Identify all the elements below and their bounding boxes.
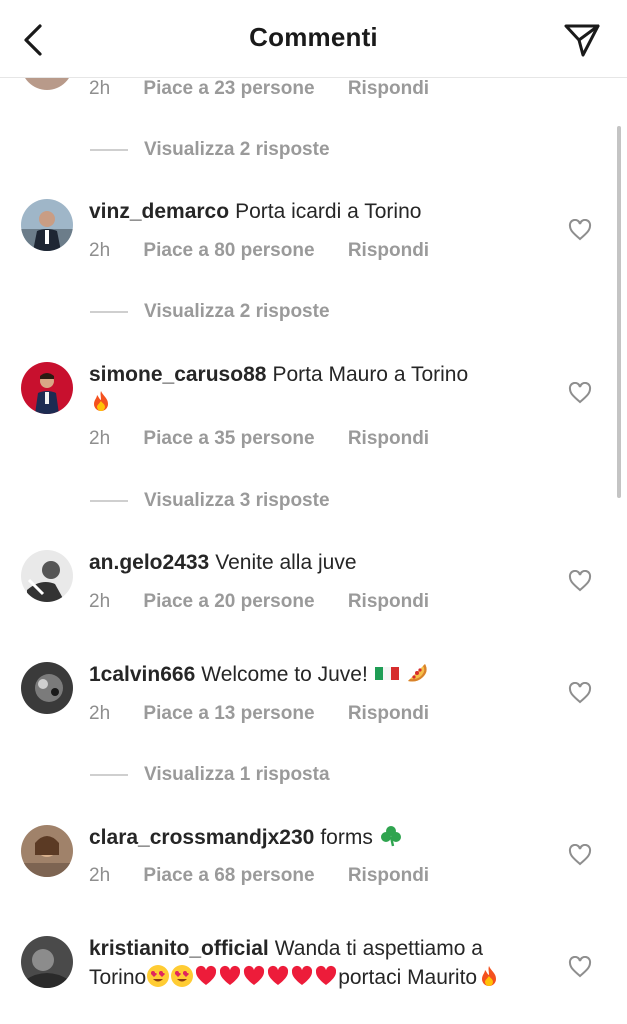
comment-username[interactable]: an.gelo2433 — [89, 551, 209, 574]
comment-username[interactable]: clara_crossmandjx230 — [89, 826, 314, 849]
heart-outline-icon[interactable] — [568, 382, 592, 404]
pizza-emoji — [408, 664, 428, 682]
comment-username[interactable]: vinz_demarco — [89, 200, 229, 223]
heart-eyes-emoji — [147, 965, 170, 987]
heart-outline-icon[interactable] — [568, 844, 592, 866]
red-heart-emoji — [292, 965, 313, 985]
comment-body: Welcome to Juve! — [201, 663, 368, 686]
comment-body: Venite alla juve — [215, 551, 357, 574]
comment-meta: 2h Piace a 80 persone Rispondi — [89, 240, 429, 262]
divider-line — [90, 774, 128, 776]
comment-username[interactable]: simone_caruso88 — [89, 363, 266, 386]
avatar[interactable] — [21, 662, 73, 714]
divider-line — [90, 311, 128, 313]
reply-button[interactable]: Rispondi — [348, 240, 429, 262]
reply-button[interactable]: Rispondi — [348, 78, 429, 100]
comment-meta: 2h Piace a 23 persone Rispondi — [89, 78, 429, 100]
likes-count[interactable]: Piace a 23 persone — [143, 78, 314, 100]
comment-text: kristianito_official Wanda ti aspettiamo … — [89, 934, 529, 992]
comment-username[interactable]: kristianito_official — [89, 937, 269, 960]
reply-button[interactable]: Rispondi — [348, 591, 429, 613]
comment-text: 1calvin666 Welcome to Juve! — [89, 661, 529, 689]
heart-outline-icon[interactable] — [568, 570, 592, 592]
comment-meta: 2h Piace a 35 persone Rispondi — [89, 428, 429, 450]
view-replies-label: Visualizza 2 risposte — [144, 139, 330, 160]
view-replies-label: Visualizza 3 risposte — [144, 490, 330, 511]
heart-outline-icon[interactable] — [568, 219, 592, 241]
comment-text: vinz_demarco Porta icardi a Torino — [89, 198, 529, 226]
red-heart-emoji — [196, 965, 217, 985]
comment-body: Porta icardi a Torino — [235, 200, 422, 223]
top-bar: Commenti — [0, 0, 627, 78]
view-replies-button[interactable]: Visualizza 2 risposte — [90, 301, 330, 323]
view-replies-button[interactable]: Visualizza 2 risposte — [90, 139, 330, 161]
avatar[interactable] — [21, 362, 73, 414]
likes-count[interactable]: Piace a 35 persone — [143, 428, 314, 450]
comment-body: portaci Maurito — [338, 966, 478, 989]
fire-emoji — [482, 966, 497, 986]
page-title: Commenti — [249, 22, 378, 52]
comments-feed[interactable]: 2h Piace a 23 persone Rispondi Visualizz… — [0, 0, 627, 1024]
comment-time: 2h — [89, 865, 111, 886]
likes-count[interactable]: Piace a 80 persone — [143, 240, 314, 262]
comment-username[interactable]: 1calvin666 — [89, 663, 195, 686]
view-replies-button[interactable]: Visualizza 1 risposta — [90, 764, 330, 786]
comment-time: 2h — [89, 703, 111, 724]
likes-count[interactable]: Piace a 20 persone — [143, 591, 314, 613]
divider-line — [90, 149, 128, 151]
send-icon[interactable] — [563, 22, 601, 58]
comment-time: 2h — [89, 78, 111, 99]
red-heart-emoji — [268, 965, 289, 985]
comment-meta: 2h Piace a 13 persone Rispondi — [89, 703, 429, 725]
view-replies-label: Visualizza 2 risposte — [144, 301, 330, 322]
comment-meta: 2h Piace a 20 persone Rispondi — [89, 591, 429, 613]
comment-time: 2h — [89, 591, 111, 612]
heart-eyes-emoji — [171, 965, 194, 987]
comment-meta: 2h Piace a 68 persone Rispondi — [89, 865, 429, 887]
heart-outline-icon[interactable] — [568, 956, 592, 978]
comment-text: simone_caruso88 Porta Mauro a Torino — [89, 361, 529, 417]
reply-button[interactable]: Rispondi — [348, 428, 429, 450]
avatar[interactable] — [21, 825, 73, 877]
view-replies-button[interactable]: Visualizza 3 risposte — [90, 490, 330, 512]
fire-emoji — [94, 391, 108, 411]
comment-time: 2h — [89, 428, 111, 449]
comment-body: Porta Mauro a Torino — [272, 363, 469, 386]
view-replies-label: Visualizza 1 risposta — [144, 764, 330, 785]
scrollbar[interactable] — [617, 126, 621, 498]
red-heart-emoji — [316, 965, 337, 985]
comment-body: forms — [320, 826, 373, 849]
shamrock-emoji — [380, 826, 401, 847]
avatar[interactable] — [21, 199, 73, 251]
red-heart-emoji — [244, 965, 265, 985]
italy-flag-emoji — [374, 667, 399, 680]
likes-count[interactable]: Piace a 68 persone — [143, 865, 314, 887]
comment-time: 2h — [89, 240, 111, 261]
reply-button[interactable]: Rispondi — [348, 865, 429, 887]
reply-button[interactable]: Rispondi — [348, 703, 429, 725]
red-heart-emoji — [220, 965, 241, 985]
avatar[interactable] — [21, 550, 73, 602]
comment-text: an.gelo2433 Venite alla juve — [89, 549, 529, 577]
avatar[interactable] — [21, 936, 73, 988]
likes-count[interactable]: Piace a 13 persone — [143, 703, 314, 725]
divider-line — [90, 500, 128, 502]
comment-text: clara_crossmandjx230 forms — [89, 824, 529, 852]
heart-outline-icon[interactable] — [568, 682, 592, 704]
